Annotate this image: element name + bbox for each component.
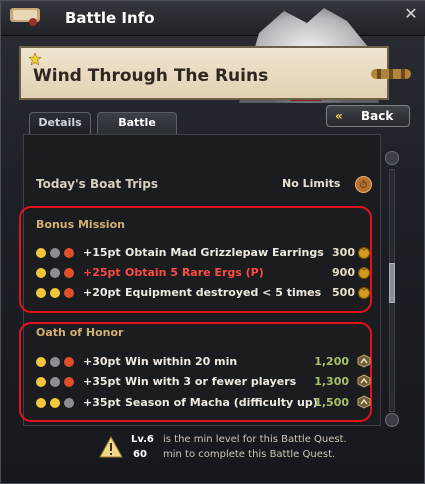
svg-text:⏱: ⏱ [360,180,368,191]
bonus-row: +20pt Equipment destroyed < 5 times 500 [35,286,370,302]
bonus-desc: Obtain Mad Grizzlepaw Earrings [125,246,324,259]
honor-badge-icon [357,374,371,388]
oath-row: +35pt Win with 3 or fewer players 1,300 [35,374,371,391]
star-icon [29,53,41,65]
battle-info-window: Battle Info ✕ Wind Through The Ruins Det… [0,0,425,484]
oath-desc: Win with 3 or fewer players [125,375,297,388]
min-level-value: Lv.6 [131,434,154,445]
info-coin-icon[interactable]: ⏱ [355,176,372,193]
gold-pouch-icon [358,287,370,299]
bonus-points: +20pt [83,286,121,299]
difficulty-faces-icon [36,288,74,298]
back-button[interactable]: « Back [326,105,410,127]
bonus-points: +15pt [83,246,121,259]
scroll-down-button[interactable] [385,413,399,427]
oath-points: +30pt [83,355,121,368]
oath-row: +30pt Win within 20 min 1,200 [35,354,371,371]
oath-of-honor-title: Oath of Honor [36,326,124,339]
oath-desc: Season of Macha (difficulty up) [125,396,318,409]
bonus-value: 300 [332,246,355,259]
bonus-value: 500 [332,286,355,299]
difficulty-faces-icon [36,377,74,387]
oath-value: 1,200 [314,355,349,368]
bonus-row: +25pt Obtain 5 Rare Ergs (P) 900 [35,266,370,282]
double-chevron-left-icon: « [335,109,343,123]
time-limit-value: 60 [133,449,147,460]
oath-row: +35pt Season of Macha (difficulty up) 1,… [35,395,371,412]
oath-value: 1,300 [314,375,349,388]
tab-battle-points[interactable]: Battle Points [97,112,177,149]
bonus-desc: Equipment destroyed < 5 times [125,286,322,299]
time-limit-text: min to complete this Battle Quest. [163,449,336,460]
bonus-points: +25pt [83,266,121,279]
oath-points: +35pt [83,375,121,388]
difficulty-faces-icon [36,398,74,408]
scroll-icon [10,8,40,26]
window-title: Battle Info [65,9,155,27]
quest-banner: Wind Through The Ruins [19,46,389,100]
boat-trips-label: Today's Boat Trips [36,177,159,191]
difficulty-faces-icon [36,357,74,367]
back-button-label: Back [361,109,394,123]
bonus-mission-title: Bonus Mission [36,218,125,231]
tab-details[interactable]: Details [29,112,91,134]
scroll-up-button[interactable] [385,151,399,165]
gold-pouch-icon [358,267,370,279]
oath-value: 1,500 [314,396,349,409]
gold-pouch-icon [358,247,370,259]
boat-trips-value: No Limits [282,177,341,190]
bonus-value: 900 [332,266,355,279]
oath-points: +35pt [83,396,121,409]
difficulty-faces-icon [36,268,74,278]
quest-title: Wind Through The Ruins [33,66,269,86]
honor-badge-icon [357,395,371,409]
oath-desc: Win within 20 min [125,355,238,368]
honor-badge-icon [357,354,371,368]
min-level-text: is the min level for this Battle Quest. [163,434,347,445]
warning-icon [99,435,123,458]
scroll-thumb[interactable] [389,263,395,303]
difficulty-faces-icon [36,248,74,258]
close-button[interactable]: ✕ [402,5,420,23]
bonus-desc: Obtain 5 Rare Ergs (P) [125,266,264,279]
scroll-roll-icon [371,69,411,79]
bonus-row: +15pt Obtain Mad Grizzlepaw Earrings 300 [35,246,370,262]
